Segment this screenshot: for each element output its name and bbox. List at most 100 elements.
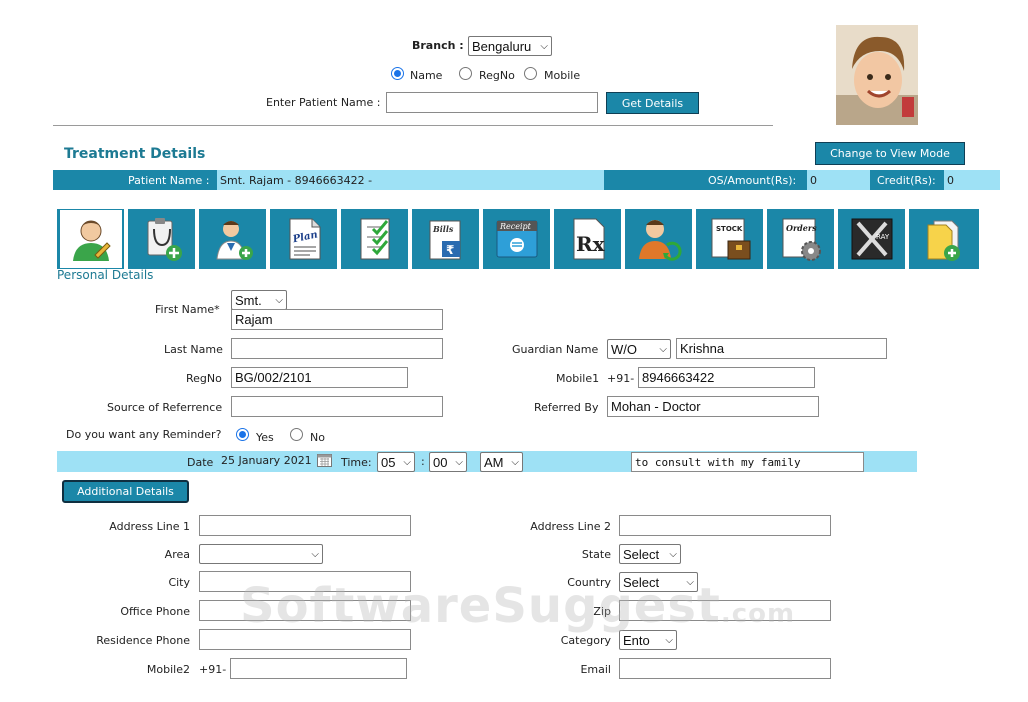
enter-patient-name-label: Enter Patient Name : <box>266 96 381 109</box>
page-title: Treatment Details <box>64 146 206 162</box>
state-select[interactable]: Select ⌵ <box>619 544 681 564</box>
area-select[interactable]: ⌵ <box>199 544 323 564</box>
search-by-mobile-radio[interactable] <box>524 67 537 80</box>
add-document-icon <box>927 220 960 261</box>
reminder-date-label: Date <box>187 456 214 469</box>
address-line1-input[interactable] <box>199 515 411 536</box>
svg-text:STOCK: STOCK <box>716 225 743 233</box>
guardian-relation-value: W/O <box>611 341 637 357</box>
mobile2-prefix: +91- <box>199 663 227 676</box>
plan-icon: Plan <box>289 218 320 260</box>
os-amount-value: 0 <box>810 174 817 187</box>
chevron-down-icon: ⌵ <box>275 294 283 306</box>
title-select[interactable]: Smt. ⌵ <box>231 290 287 310</box>
patient-photo <box>836 25 918 125</box>
tab-patient-transfer[interactable] <box>625 209 694 269</box>
tab-bills[interactable]: Bills ₹ <box>412 209 481 269</box>
ampm-select[interactable]: AM ⌵ <box>480 452 523 472</box>
guardian-name-input[interactable] <box>676 338 887 359</box>
office-phone-label: Office Phone <box>120 605 190 618</box>
chevron-down-icon: ⌵ <box>669 548 677 560</box>
personal-details-label: Personal Details <box>57 268 154 282</box>
address-line2-label: Address Line 2 <box>530 520 611 533</box>
prescription-icon: Rx <box>573 218 605 260</box>
source-of-referrence-input[interactable] <box>231 396 443 417</box>
tab-receipt[interactable]: Receipt <box>483 209 552 269</box>
country-select-value: Select <box>623 574 660 590</box>
branch-select[interactable]: Bengaluru ⌵ <box>468 36 552 56</box>
reminder-yes-radio[interactable] <box>236 428 249 441</box>
additional-details-button[interactable]: Additional Details <box>62 480 189 503</box>
chevron-down-icon: ⌵ <box>659 343 667 355</box>
tab-medical-history[interactable] <box>128 209 197 269</box>
city-input[interactable] <box>199 571 411 592</box>
mobile2-input[interactable] <box>230 658 407 679</box>
svg-text:Orders: Orders <box>786 223 817 233</box>
svg-text:Receipt: Receipt <box>499 222 532 231</box>
guardian-name-label: Guardian Name <box>512 343 599 356</box>
first-name-input[interactable] <box>231 309 443 330</box>
email-input[interactable] <box>619 658 831 679</box>
receipt-icon: Receipt <box>496 220 537 258</box>
tab-stock[interactable]: STOCK <box>696 209 765 269</box>
state-select-value: Select <box>623 546 660 562</box>
residence-phone-input[interactable] <box>199 629 411 650</box>
email-label: Email <box>580 663 611 676</box>
first-name-label: First Name* <box>155 303 220 316</box>
category-select[interactable]: Ento ⌵ <box>619 630 677 650</box>
mobile1-input[interactable] <box>638 367 815 388</box>
add-doctor-icon <box>215 221 253 260</box>
tab-personal-details[interactable] <box>57 209 126 269</box>
bills-icon: Bills ₹ <box>429 220 460 260</box>
reminder-date-value[interactable]: 25 January 2021 <box>221 454 312 467</box>
referred-by-label: Referred By <box>534 401 599 414</box>
reminder-time-label: Time: <box>341 456 372 469</box>
minute-select-value: 00 <box>433 454 448 470</box>
country-select[interactable]: Select ⌵ <box>619 572 698 592</box>
chevron-down-icon: ⌵ <box>540 40 548 52</box>
regno-label: RegNo <box>186 372 222 385</box>
tab-doctor[interactable] <box>199 209 268 269</box>
patient-profile-icon <box>72 220 111 261</box>
reminder-question-label: Do you want any Reminder? <box>66 428 222 441</box>
zip-label: Zip <box>593 605 611 618</box>
guardian-relation-select[interactable]: W/O ⌵ <box>607 339 671 359</box>
os-amount-label: OS/Amount(Rs): <box>708 174 797 187</box>
last-name-input[interactable] <box>231 338 443 359</box>
reminder-no-label: No <box>310 431 325 444</box>
tab-add-document[interactable] <box>909 209 979 269</box>
zip-input[interactable] <box>619 600 831 621</box>
address-line2-input[interactable] <box>619 515 831 536</box>
tab-checklist[interactable] <box>341 209 410 269</box>
credit-label: Credit(Rs): <box>877 174 936 187</box>
search-by-name-label: Name <box>410 69 443 82</box>
search-by-mobile-label: Mobile <box>544 69 581 82</box>
tab-orders[interactable]: Orders <box>767 209 836 269</box>
search-by-name-radio[interactable] <box>391 67 404 80</box>
patient-name-search-input[interactable] <box>386 92 598 113</box>
calendar-icon[interactable] <box>317 453 332 467</box>
svg-text:₹: ₹ <box>446 243 454 257</box>
change-to-view-mode-button[interactable]: Change to View Mode <box>815 142 965 165</box>
country-label: Country <box>567 576 611 589</box>
time-separator: : <box>421 455 425 468</box>
reminder-no-radio[interactable] <box>290 428 303 441</box>
reminder-note-input[interactable] <box>631 452 864 472</box>
source-of-referrence-label: Source of Referrence <box>107 401 223 414</box>
mobile1-label: Mobile1 <box>556 372 600 385</box>
hour-select[interactable]: 05 ⌵ <box>377 452 415 472</box>
referred-by-input[interactable] <box>607 396 819 417</box>
office-phone-input[interactable] <box>199 600 411 621</box>
regno-input[interactable] <box>231 367 408 388</box>
divider <box>53 125 773 126</box>
ampm-select-value: AM <box>484 454 504 470</box>
search-by-regno-radio[interactable] <box>459 67 472 80</box>
tab-plan[interactable]: Plan <box>270 209 339 269</box>
tab-xray[interactable]: RAY <box>838 209 907 269</box>
minute-select[interactable]: 00 ⌵ <box>429 452 467 472</box>
chevron-down-icon: ⌵ <box>455 456 463 468</box>
stock-icon: STOCK <box>711 218 750 260</box>
get-details-button[interactable]: Get Details <box>606 92 699 114</box>
tab-prescription[interactable]: Rx <box>554 209 623 269</box>
chevron-down-icon: ⌵ <box>665 634 673 646</box>
